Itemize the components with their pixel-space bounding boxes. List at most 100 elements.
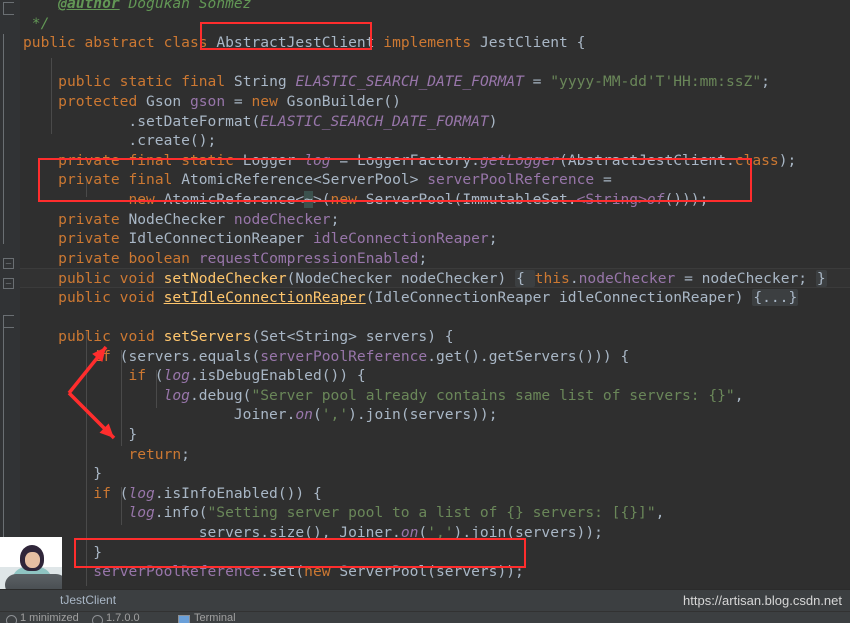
code-token: static: [181, 151, 234, 169]
code-token: on: [295, 406, 313, 424]
line-serverpoolref-1[interactable]: private final AtomicReference<ServerPool…: [20, 170, 850, 190]
code-token: Gson: [146, 92, 182, 110]
line-setdateformat[interactable]: .setDateFormat(ELASTIC_SEARCH_DATE_FORMA…: [20, 112, 850, 132]
line-log-debug[interactable]: log.debug("Server pool already contains …: [20, 386, 850, 406]
line-log-info[interactable]: log.info("Setting server pool to a list …: [20, 503, 850, 523]
line-setservers[interactable]: public void setServers(Set<String> serve…: [20, 327, 850, 347]
code-token: (IdleConnectionReaper idleConnectionReap…: [365, 288, 753, 306]
code-token: abstract: [84, 34, 155, 52]
code-token: ELASTIC_SEARCH_DATE_FORMAT: [295, 73, 524, 91]
code-token: ;: [418, 249, 428, 267]
line-requestcompression-field[interactable]: private boolean requestCompressionEnable…: [20, 249, 850, 269]
code-token: log: [163, 386, 190, 404]
line-if-info[interactable]: if (log.isInfoEnabled()) {: [20, 484, 850, 504]
line-set-serverpool[interactable]: serverPoolReference.set(new ServerPool(s…: [20, 562, 850, 582]
line-joiner-1[interactable]: Joiner.on(',').join(servers));: [20, 405, 850, 425]
fold-marker-setnodechecker[interactable]: –: [3, 258, 14, 269]
line-gson[interactable]: protected Gson gson = new GsonBuilder(): [20, 92, 850, 112]
minimize-icon[interactable]: [6, 615, 17, 623]
line-if-debug[interactable]: if (log.isDebugEnabled()) {: [20, 366, 850, 386]
line-create[interactable]: .create();: [20, 131, 850, 151]
fold-marker-setservers[interactable]: [3, 315, 14, 328]
line-close-1[interactable]: }: [20, 425, 850, 445]
line-idlereaper-field[interactable]: private IdleConnectionReaper idleConnect…: [20, 229, 850, 249]
code-token: log: [128, 504, 155, 522]
line-serverpoolref-2[interactable]: new AtomicReference<~>(new ServerPool(Im…: [20, 190, 850, 210]
code-token: of: [646, 190, 665, 208]
database-icon[interactable]: [92, 615, 103, 623]
watermark-url: https://artisan.blog.csdn.net: [683, 593, 842, 608]
line-close-2[interactable]: }: [20, 464, 850, 484]
code-editor-area[interactable]: @author Dogukan Sonmez */public abstract…: [20, 0, 850, 600]
code-token: (: [418, 524, 428, 542]
code-token: );: [778, 151, 797, 169]
code-token: serverPoolReference: [260, 347, 428, 365]
line-return[interactable]: return;: [20, 445, 850, 465]
code-token: private: [58, 171, 120, 189]
code-token: ,: [734, 386, 744, 404]
line-if-equals[interactable]: if (servers.equals(serverPoolReference.g…: [20, 347, 850, 367]
code-token: private: [58, 151, 120, 169]
breadcrumb-bar[interactable]: tJestClient https://artisan.blog.csdn.ne…: [0, 589, 850, 612]
line-setnodechecker[interactable]: public void setNodeChecker(NodeChecker n…: [20, 268, 850, 288]
code-token: private: [58, 230, 120, 248]
code-token: =: [523, 73, 551, 91]
code-token: public: [58, 73, 111, 91]
terminal-icon[interactable]: [178, 615, 190, 623]
code-token: new: [304, 563, 331, 581]
status-item-1[interactable]: 1.7.0.0: [106, 612, 140, 623]
code-token: .isDebugEnabled()) {: [189, 367, 366, 385]
code-token: setNodeChecker: [163, 270, 287, 288]
line-nodechecker-field[interactable]: private NodeChecker nodeChecker;: [20, 210, 850, 230]
code-token: ): [488, 112, 498, 130]
breadcrumb[interactable]: tJestClient: [60, 593, 116, 607]
code-token: @author: [58, 0, 120, 12]
line-logger[interactable]: private final static Logger log = Logger…: [20, 151, 850, 171]
status-item-0[interactable]: 1 minimized: [20, 612, 79, 623]
line-blank-2[interactable]: [20, 308, 850, 328]
code-token: .get().getServers())) {: [427, 347, 630, 365]
code-token: .isInfoEnabled()) {: [154, 484, 322, 502]
code-token: log: [128, 484, 155, 502]
code-token: public: [23, 34, 76, 52]
code-token: ServerPool(ImmutableSet.: [356, 190, 577, 208]
code-token: if: [93, 347, 111, 365]
fold-marker-setidlereaper[interactable]: –: [3, 278, 14, 289]
fold-guide-class: [3, 34, 4, 244]
code-token: boolean: [128, 249, 190, 267]
line-class-decl[interactable]: public abstract class AbstractJestClient…: [20, 33, 850, 53]
line-blank-1[interactable]: [20, 53, 850, 73]
status-item-2[interactable]: Terminal: [194, 612, 236, 623]
code-token: (: [146, 367, 164, 385]
line-joiner-2[interactable]: servers.size(), Joiner.on(',').join(serv…: [20, 523, 850, 543]
editor-gutter[interactable]: – –: [0, 0, 21, 600]
source-code[interactable]: @author Dogukan Sonmez */public abstract…: [20, 0, 850, 600]
line-date-format[interactable]: public static final String ELASTIC_SEARC…: [20, 72, 850, 92]
code-token: }: [23, 426, 138, 444]
line-close-3[interactable]: }: [20, 543, 850, 563]
line-comment-end[interactable]: */: [20, 14, 850, 34]
status-bar[interactable]: 1 minimized 1.7.0.0 Terminal: [0, 611, 850, 623]
code-token: log: [304, 151, 331, 169]
code-token: (: [312, 406, 322, 424]
code-token: new: [330, 190, 357, 208]
line-author[interactable]: @author Dogukan Sonmez: [20, 0, 850, 14]
fold-marker-javadoc[interactable]: [3, 2, 14, 15]
code-token: (AbstractJestClient.: [559, 151, 735, 169]
code-token: requestCompressionEnabled: [198, 249, 419, 267]
line-setidlereaper[interactable]: public void setIdleConnectionReaper(Idle…: [20, 288, 850, 308]
code-token: class: [734, 151, 779, 169]
